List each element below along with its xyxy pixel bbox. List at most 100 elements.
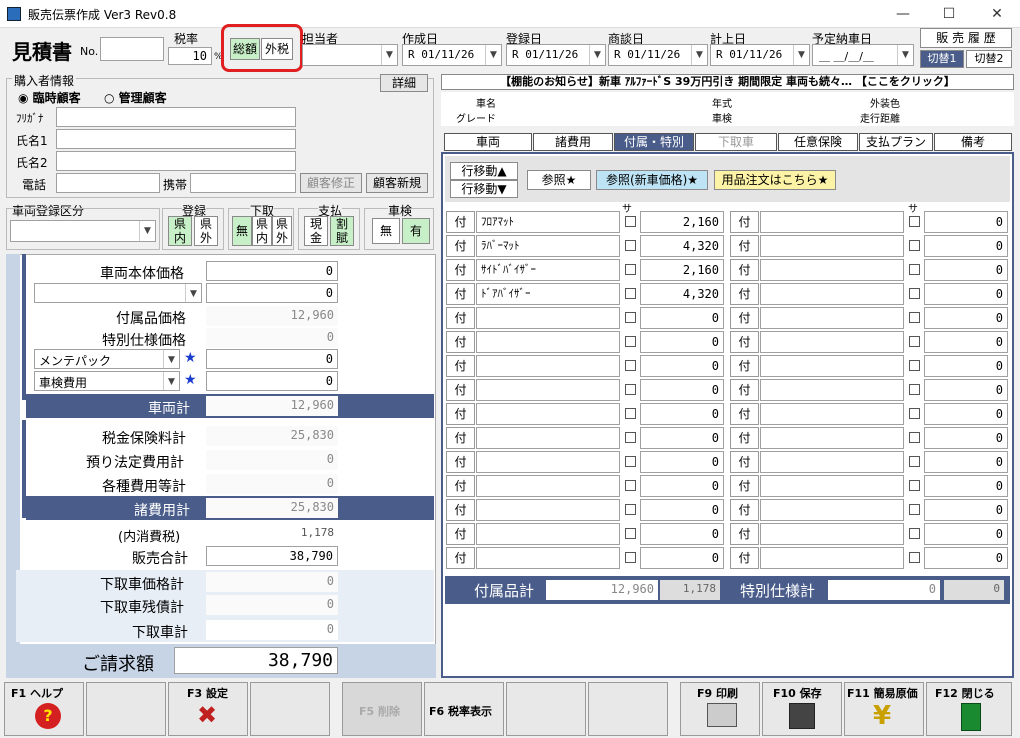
acc-item-price-input[interactable]: 4,320 [640,283,724,305]
acc-item-price-input[interactable]: 0 [640,499,724,521]
spec-item-price-input[interactable]: 0 [924,235,1008,257]
acc-item-name-input[interactable] [476,331,620,353]
sales-history-button[interactable]: 販 売 履 歴 [920,28,1012,48]
spec-item-name-input[interactable] [760,211,904,233]
name2-input[interactable] [56,151,296,171]
tab-trade-in[interactable]: 下取車 [695,133,777,151]
acc-item-name-input[interactable]: ｻｲﾄﾞﾊﾞｲｻﾞｰ [476,259,620,281]
spec-item-price-input[interactable]: 0 [924,475,1008,497]
acc-sa-checkbox-left[interactable] [625,432,636,443]
spec-sa-checkbox-right[interactable] [909,480,920,491]
body-option-dropdown[interactable]: ▼ [34,283,202,303]
spec-item-price-input[interactable]: 0 [924,379,1008,401]
maint-pack-input[interactable]: 0 [206,349,338,369]
acc-item-price-input[interactable]: 0 [640,451,724,473]
minimize-button[interactable]: — [880,0,926,28]
acc-item-name-input[interactable] [476,427,620,449]
move-down-button[interactable]: 行移動▼ [450,180,518,198]
posted-date-field[interactable]: R 01/11/26 ▼ [710,44,810,66]
maximize-button[interactable]: ☐ [926,0,972,28]
tab-expenses[interactable]: 諸費用 [533,133,613,151]
acc-item-price-input[interactable]: 0 [640,307,724,329]
radio-temp-customer[interactable]: ◉ 臨時顧客 [18,89,81,106]
spec-item-price-input[interactable]: 0 [924,307,1008,329]
trade-out-button[interactable]: 県外 [272,216,292,246]
spec-sa-checkbox-right[interactable] [909,384,920,395]
trade-in-button[interactable]: 県内 [252,216,272,246]
spec-sa-checkbox-right[interactable] [909,504,920,515]
spec-item-price-input[interactable]: 0 [924,403,1008,425]
tab-notes[interactable]: 備考 [934,133,1012,151]
tab-insurance[interactable]: 任意保険 [778,133,858,151]
acc-item-price-input[interactable]: 2,160 [640,259,724,281]
acc-item-price-input[interactable]: 4,320 [640,235,724,257]
acc-item-name-input[interactable] [476,475,620,497]
order-accessories-button[interactable]: 用品注文はこちら★ [714,170,836,190]
f3-settings-button[interactable]: F3 設定 ✖ [168,682,248,736]
acc-item-price-input[interactable]: 0 [640,331,724,353]
reference-new-price-button[interactable]: 参照(新車価格)★ [596,170,708,190]
spec-item-name-input[interactable] [760,235,904,257]
spec-sa-checkbox-right[interactable] [909,528,920,539]
staff-dropdown[interactable]: ▼ [302,44,398,66]
mobile-input[interactable] [190,173,296,193]
tab-accessories[interactable]: 付属・特別 [614,133,694,151]
acc-item-name-input[interactable] [476,499,620,521]
tab-vehicle[interactable]: 車両 [444,133,532,151]
maint-star-icon[interactable]: ★ [184,350,197,366]
acc-sa-checkbox-left[interactable] [625,312,636,323]
spec-sa-checkbox-right[interactable] [909,336,920,347]
acc-sa-checkbox-left[interactable] [625,360,636,371]
trade-none-button[interactable]: 無 [232,216,252,246]
maint-pack-dropdown[interactable]: メンテパック ▼ [34,349,180,369]
spec-item-price-input[interactable]: 0 [924,451,1008,473]
spec-sa-checkbox-right[interactable] [909,360,920,371]
close-button[interactable]: ✕ [974,0,1020,28]
acc-item-name-input[interactable]: ﾌﾛｱﾏｯﾄ [476,211,620,233]
spec-item-name-input[interactable] [760,403,904,425]
customer-edit-button[interactable]: 顧客修正 [300,173,362,193]
acc-item-name-input[interactable] [476,403,620,425]
notice-banner[interactable]: 【棚能のお知らせ】新車 ｱﾙﾌｧｰﾄﾞS 39万円引き 期間限定 車両も続々… … [441,74,1014,90]
acc-sa-checkbox-left[interactable] [625,384,636,395]
f10-save-button[interactable]: F10 保存 [762,682,842,736]
body-price-input[interactable]: 0 [206,261,338,281]
created-date-field[interactable]: R 01/11/26 ▼ [402,44,502,66]
shaken-cost-input[interactable]: 0 [206,371,338,391]
move-up-button[interactable]: 行移動▲ [450,162,518,180]
spec-sa-checkbox-right[interactable] [909,216,920,227]
shaken-star-icon[interactable]: ★ [184,372,197,388]
reg-out-button[interactable]: 県外 [194,216,218,246]
spec-item-name-input[interactable] [760,547,904,569]
spec-item-price-input[interactable]: 0 [924,355,1008,377]
acc-sa-checkbox-left[interactable] [625,216,636,227]
acc-item-name-input[interactable] [476,523,620,545]
reference-button[interactable]: 参照★ [527,170,591,190]
acc-item-price-input[interactable]: 0 [640,403,724,425]
acc-sa-checkbox-left[interactable] [625,552,636,563]
acc-sa-checkbox-left[interactable] [625,504,636,515]
inspect-none-button[interactable]: 無 [372,218,400,244]
acc-sa-checkbox-left[interactable] [625,528,636,539]
acc-item-name-input[interactable]: ﾄﾞｱﾊﾞｲｻﾞｰ [476,283,620,305]
f6-tax-display-button[interactable]: F6 税率表示 [424,682,504,736]
f4-empty-button[interactable] [250,682,330,736]
spec-item-name-input[interactable] [760,427,904,449]
spec-item-name-input[interactable] [760,523,904,545]
spec-item-name-input[interactable] [760,379,904,401]
spec-item-name-input[interactable] [760,331,904,353]
spec-item-price-input[interactable]: 0 [924,259,1008,281]
f1-help-button[interactable]: F1 ヘルプ? [4,682,84,736]
registered-date-field[interactable]: R 01/11/26 ▼ [506,44,606,66]
spec-sa-checkbox-right[interactable] [909,432,920,443]
switch1-button[interactable]: 切替1 [920,50,964,68]
reg-in-button[interactable]: 県内 [168,216,192,246]
acc-sa-checkbox-left[interactable] [625,336,636,347]
spec-item-name-input[interactable] [760,499,904,521]
acc-item-name-input[interactable] [476,307,620,329]
inspect-yes-button[interactable]: 有 [402,218,430,244]
spec-sa-checkbox-right[interactable] [909,312,920,323]
acc-sa-checkbox-left[interactable] [625,240,636,251]
switch2-button[interactable]: 切替2 [966,50,1012,68]
kana-input[interactable] [56,107,296,127]
